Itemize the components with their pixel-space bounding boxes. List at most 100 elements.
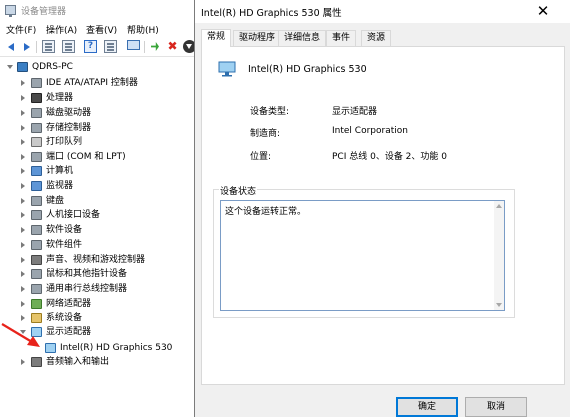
status-scrollbar[interactable] [494, 201, 504, 310]
device-status-text: 这个设备运转正常。 [225, 207, 307, 217]
close-icon[interactable]: ✕ [515, 0, 570, 23]
chevron-right-icon[interactable] [20, 242, 26, 248]
toolbar-separator [36, 41, 37, 53]
tree-item-label: 系统设备 [46, 313, 83, 323]
tab-bar: 常规 驱动程序 详细信息 事件 资源 [201, 29, 565, 47]
scroll-down-icon[interactable] [496, 303, 502, 307]
chevron-right-icon[interactable] [20, 183, 26, 189]
software-device-icon [31, 225, 42, 235]
tree-item-label: 监视器 [46, 181, 74, 191]
tree-item-label: 端口 (COM 和 LPT) [46, 152, 126, 162]
device-manager-window: 设备管理器 文件(F) 操作(A) 查看(V) 帮助(H) ? ✖ QDRS-P… [0, 0, 196, 417]
list-icon[interactable] [62, 40, 75, 53]
tree-item-label: 存储控制器 [46, 123, 92, 133]
tree-item-label: 音频输入和输出 [46, 357, 110, 367]
help-icon[interactable]: ? [84, 40, 97, 53]
printer-icon [31, 137, 42, 147]
chevron-right-icon[interactable] [20, 95, 26, 101]
tree-item-label: 软件组件 [46, 240, 83, 250]
cancel-button[interactable]: 取消 [465, 397, 527, 417]
uninstall-icon[interactable]: ✖ [166, 40, 179, 53]
ide-controller-icon [31, 78, 42, 88]
menu-help[interactable]: 帮助(H) [127, 23, 159, 36]
menu-view[interactable]: 查看(V) [86, 23, 117, 36]
location-label: 位置: [250, 152, 272, 162]
device-type-label: 设备类型: [250, 107, 290, 117]
display-adapter-icon [218, 61, 236, 77]
menu-file[interactable]: 文件(F) [6, 23, 36, 36]
menu-bar: 文件(F) 操作(A) 查看(V) 帮助(H) [0, 21, 195, 37]
tree-item-label: 软件设备 [46, 225, 83, 235]
tab-general[interactable]: 常规 [201, 29, 232, 47]
chevron-right-icon[interactable] [20, 301, 26, 307]
device-status-legend: 设备状态 [219, 184, 258, 197]
storage-controller-icon [31, 123, 42, 133]
chevron-right-icon[interactable] [20, 110, 26, 116]
tree-item-label: 人机接口设备 [46, 210, 101, 220]
tab-details[interactable]: 详细信息 [278, 30, 327, 46]
device-manager-app-icon [5, 5, 16, 17]
device-status-textbox[interactable]: 这个设备运转正常。 [220, 200, 505, 311]
tab-resources[interactable]: 资源 [361, 30, 392, 46]
usb-icon [31, 284, 42, 294]
scroll-up-icon[interactable] [496, 204, 502, 208]
red-arrow-annotation [1, 323, 40, 347]
chevron-right-icon[interactable] [20, 154, 26, 160]
tab-events[interactable]: 事件 [326, 30, 357, 46]
chevron-right-icon[interactable] [20, 125, 26, 131]
manufacturer-label: 制造商: [250, 129, 281, 139]
chevron-right-icon[interactable] [20, 227, 26, 233]
device-type-value: 显示适配器 [332, 107, 378, 117]
chevron-right-icon[interactable] [20, 286, 26, 292]
chevron-right-icon[interactable] [20, 212, 26, 218]
chevron-right-icon[interactable] [20, 257, 26, 263]
tree-item-label: 磁盘驱动器 [46, 108, 92, 118]
ok-button[interactable]: 确定 [396, 397, 458, 417]
properties-dialog: Intel(R) HD Graphics 530 属性 ✕ 常规 驱动程序 详细… [194, 0, 570, 417]
tree-item-label: 通用串行总线控制器 [46, 284, 128, 294]
mouse-icon [31, 269, 42, 279]
chevron-right-icon[interactable] [20, 168, 26, 174]
manufacturer-value: Intel Corporation [332, 126, 408, 136]
monitor-icon[interactable] [127, 40, 140, 50]
tree-root-label: QDRS-PC [32, 62, 73, 72]
tree-item-label: 鼠标和其他指针设备 [46, 269, 128, 279]
back-icon[interactable] [4, 40, 17, 53]
enable-icon[interactable] [149, 40, 162, 53]
menu-action[interactable]: 操作(A) [46, 23, 77, 36]
general-tab-panel: Intel(R) HD Graphics 530 设备类型: 显示适配器 制造商… [201, 46, 565, 385]
tree-item-label: 网络适配器 [46, 299, 92, 309]
disk-drive-icon [31, 108, 42, 118]
tree-item-label: 声音、视频和游戏控制器 [46, 255, 146, 265]
network-adapter-icon [31, 299, 42, 309]
toolbar-separator [144, 41, 145, 53]
chevron-right-icon[interactable] [20, 315, 26, 321]
device-status-group: 设备状态 这个设备运转正常。 [213, 184, 515, 318]
tree-item-label: Intel(R) HD Graphics 530 [60, 343, 173, 353]
chevron-right-icon[interactable] [20, 359, 26, 365]
toolbar: ? ✖ [0, 37, 196, 57]
tree-item-label: 键盘 [46, 196, 65, 206]
tree-item-label: 显示适配器 [46, 327, 92, 337]
location-value: PCI 总线 0、设备 2、功能 0 [332, 152, 447, 162]
monitor-icon [31, 181, 42, 191]
software-component-icon [31, 240, 42, 250]
port-icon [31, 152, 42, 162]
tree-item-label: IDE ATA/ATAPI 控制器 [46, 78, 138, 88]
tree-item-label: 计算机 [46, 166, 74, 176]
list-icon[interactable] [104, 40, 117, 53]
tab-driver[interactable]: 驱动程序 [233, 30, 282, 46]
chevron-right-icon[interactable] [20, 80, 26, 86]
properties-icon[interactable] [42, 40, 55, 53]
dialog-titlebar[interactable]: Intel(R) HD Graphics 530 属性 ✕ [195, 0, 570, 23]
chevron-down-icon[interactable] [7, 64, 13, 70]
device-manager-titlebar: 设备管理器 [0, 0, 195, 20]
computer-icon [17, 62, 28, 72]
chevron-right-icon[interactable] [20, 139, 26, 145]
processor-icon [31, 93, 42, 103]
dialog-title: Intel(R) HD Graphics 530 属性 [201, 8, 342, 19]
audio-io-icon [31, 357, 42, 367]
forward-icon[interactable] [20, 40, 33, 53]
chevron-right-icon[interactable] [20, 271, 26, 277]
chevron-right-icon[interactable] [20, 198, 26, 204]
